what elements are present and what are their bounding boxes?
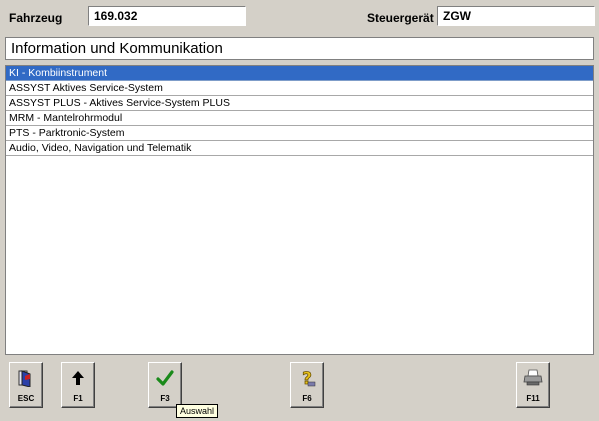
exit-door-icon (10, 368, 42, 388)
module-list[interactable]: KI - Kombiinstrument ASSYST Aktives Serv… (5, 65, 594, 355)
esc-key-label: ESC (17, 394, 35, 403)
list-item-audio-video[interactable]: Audio, Video, Navigation und Telematik (6, 141, 593, 156)
list-item-ki[interactable]: KI - Kombiinstrument (6, 66, 593, 81)
section-title: Information und Kommunikation (5, 37, 594, 60)
esc-button[interactable]: ESC (9, 362, 43, 408)
f11-button[interactable]: F11 (516, 362, 550, 408)
help-question-icon: ? (291, 368, 323, 388)
f1-button[interactable]: F1 (61, 362, 95, 408)
list-item-assyst[interactable]: ASSYST Aktives Service-System (6, 81, 593, 96)
f6-button[interactable]: ? F6 (290, 362, 324, 408)
header-bar: Fahrzeug 169.032 Steuergerät ZGW (0, 0, 599, 34)
f3-key-label: F3 (160, 394, 170, 403)
vehicle-label: Fahrzeug (9, 11, 63, 25)
vehicle-field[interactable]: 169.032 (88, 6, 246, 26)
ecu-label: Steuergerät (367, 11, 434, 25)
ecu-field[interactable]: ZGW (437, 6, 595, 26)
list-item-assyst-plus[interactable]: ASSYST PLUS - Aktives Service-System PLU… (6, 96, 593, 111)
f1-key-label: F1 (73, 394, 83, 403)
list-item-pts[interactable]: PTS - Parktronic-System (6, 126, 593, 141)
checkmark-icon (149, 368, 181, 388)
f6-key-label: F6 (302, 394, 312, 403)
f11-key-label: F11 (526, 394, 540, 403)
arrow-up-icon (62, 368, 94, 388)
tooltip: Auswahl (176, 404, 219, 418)
printer-icon (517, 368, 549, 388)
list-item-mrm[interactable]: MRM - Mantelrohrmodul (6, 111, 593, 126)
f3-button[interactable]: F3 (148, 362, 182, 408)
